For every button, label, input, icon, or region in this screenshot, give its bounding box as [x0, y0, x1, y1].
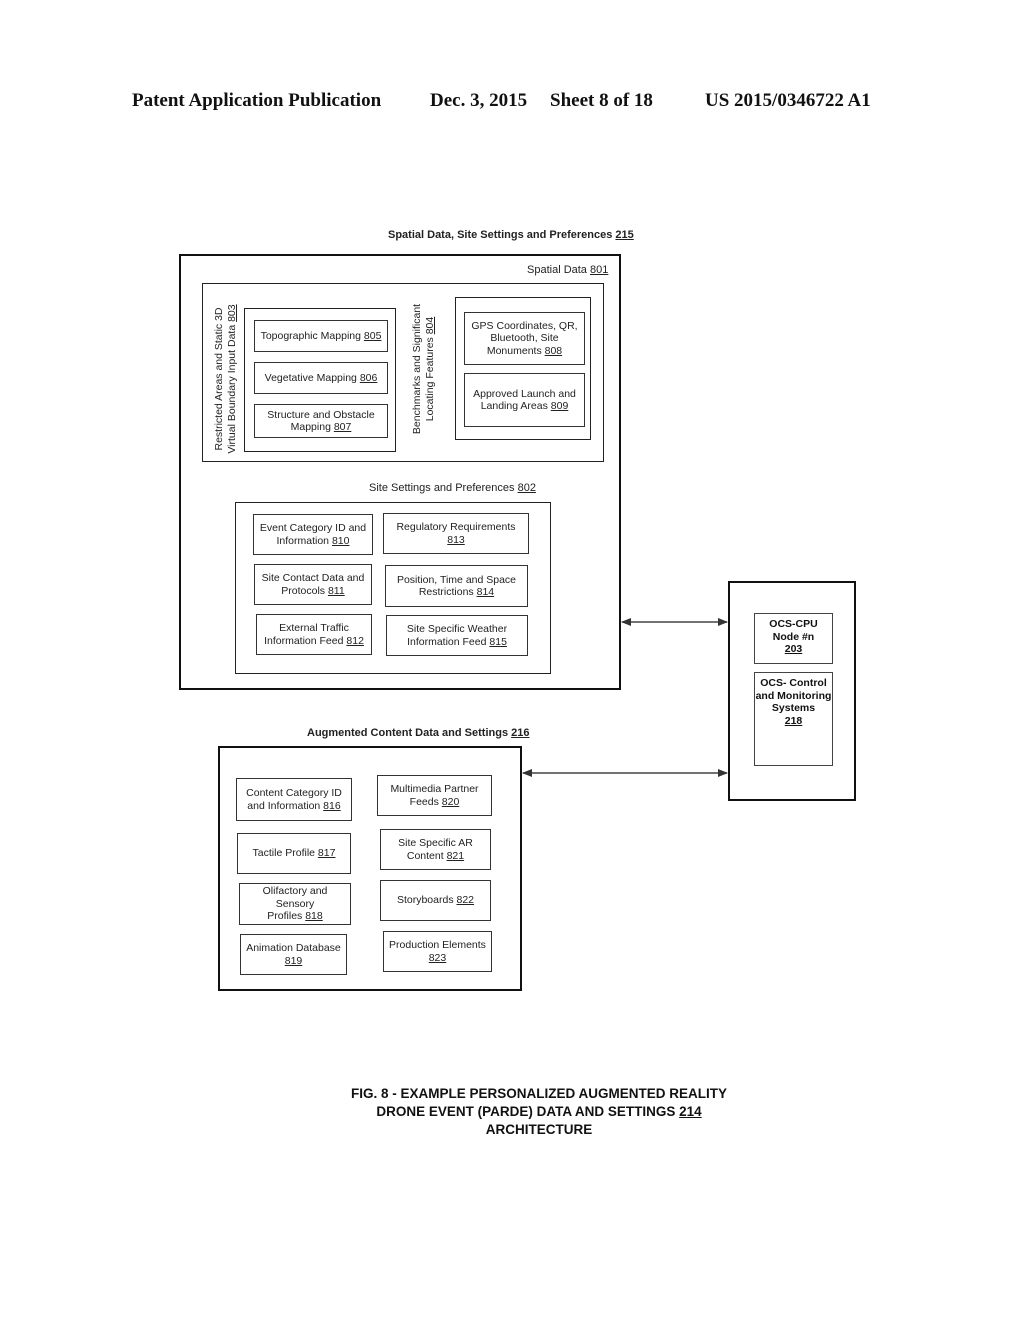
content-category-box: Content Category ID and Information 816	[236, 778, 352, 821]
site-contact-box: Site Contact Data and Protocols 811	[254, 564, 372, 605]
external-traffic-box: External Traffic Information Feed 812	[256, 614, 372, 655]
multimedia-partner-box: Multimedia Partner Feeds 820	[377, 775, 492, 816]
figure-caption: FIG. 8 - EXAMPLE PERSONALIZED AUGMENTED …	[350, 1086, 728, 1137]
topographic-mapping-box: Topographic Mapping 805	[254, 320, 388, 352]
vegetative-mapping-box: Vegetative Mapping 806	[254, 362, 388, 394]
augmented-group-title: Augmented Content Data and Settings 216	[307, 727, 530, 739]
storyboards-box: Storyboards 822	[380, 880, 491, 921]
olifactory-sensory-box: Olifactory and Sensory Profiles 818	[239, 883, 351, 925]
animation-database-box: Animation Database 819	[240, 934, 347, 975]
site-weather-box: Site Specific Weather Information Feed 81…	[386, 615, 528, 656]
benchmarks-label: Benchmarks and Significant Locating Feat…	[411, 303, 436, 435]
gps-coordinates-box: GPS Coordinates, QR, Bluetooth, Site Monum…	[464, 312, 585, 365]
site-specific-ar-box: Site Specific AR Content 821	[380, 829, 491, 870]
position-time-space-box: Position, Time and Space Restrictions 814	[385, 565, 528, 607]
spatial-data-title: Spatial Data 801	[527, 264, 609, 276]
spatial-group-title: Spatial Data, Site Settings and Preferen…	[388, 229, 634, 241]
approved-launch-landing-box: Approved Launch and Landing Areas 809	[464, 373, 585, 427]
production-elements-box: Production Elements 823	[383, 931, 492, 972]
event-category-box: Event Category ID and Information 810	[253, 514, 373, 555]
ocs-control-monitoring-box: OCS- Control and Monitoring Systems 218	[754, 672, 833, 766]
tactile-profile-box: Tactile Profile 817	[237, 833, 351, 874]
site-settings-title: Site Settings and Preferences 802	[369, 482, 536, 494]
structure-obstacle-mapping-box: Structure and Obstacle Mapping 807	[254, 404, 388, 438]
ocs-cpu-node-box: OCS-CPU Node #n 203	[754, 613, 833, 664]
regulatory-requirements-box: Regulatory Requirements 813	[383, 513, 529, 554]
restricted-areas-label: Restricted Areas and Static 3D Virtual B…	[213, 304, 238, 454]
